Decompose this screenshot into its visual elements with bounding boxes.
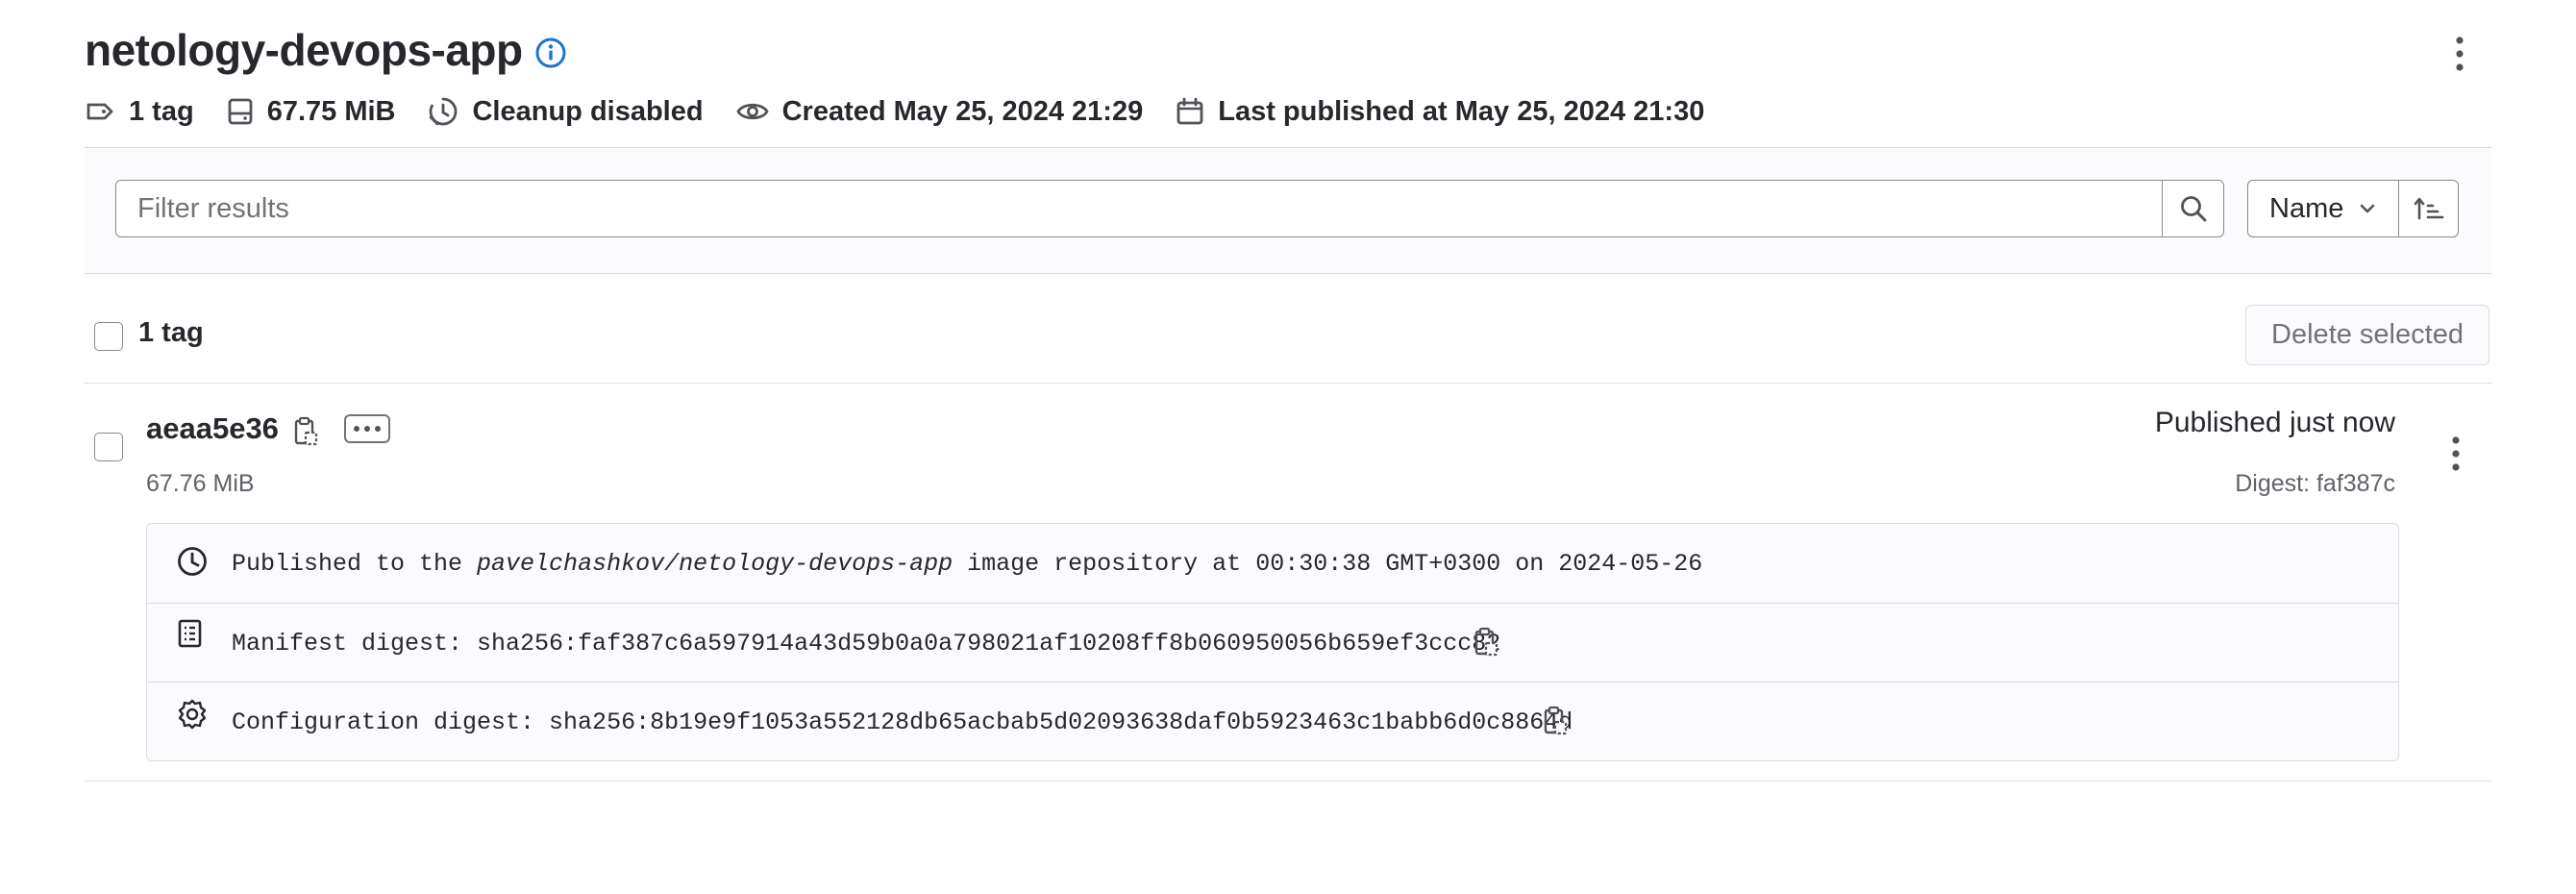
- toggle-details-button[interactable]: [344, 414, 390, 443]
- meta-size: 67.75 MiB: [227, 95, 396, 128]
- tags-count-label: 1 tag: [138, 317, 204, 348]
- sort-by-label: Name: [2269, 192, 2344, 224]
- eye-icon: [735, 99, 769, 124]
- detail-manifest-text: Manifest digest: sha256:faf387c6a597914a…: [232, 629, 1501, 658]
- copy-manifest-digest-icon[interactable]: [1474, 627, 1500, 662]
- meta-cleanup-text: Cleanup disabled: [472, 95, 704, 127]
- clock-icon: [176, 545, 209, 578]
- info-circle-icon[interactable]: [534, 37, 567, 69]
- calendar-icon: [1176, 97, 1204, 126]
- filter-search-input[interactable]: [115, 180, 2163, 237]
- more-actions-kebab-icon[interactable]: [2449, 33, 2470, 75]
- list-header-divider: [85, 383, 2491, 384]
- container-image-page: netology-devops-app 1 tag 67.75 MiB Clea…: [0, 0, 2576, 894]
- image-metadata: 1 tag 67.75 MiB Cleanup disabled Created…: [85, 92, 1737, 131]
- meta-created-text: Created May 25, 2024 21:29: [781, 95, 1144, 127]
- tag-name: aeaa5e36: [146, 411, 279, 445]
- detail-manifest-row: Manifest digest: sha256:faf387c6a597914a…: [147, 603, 2398, 682]
- published-repo: pavelchashkov/netology-devops-app: [477, 549, 954, 578]
- meta-published: Last published at May 25, 2024 21:30: [1176, 96, 1704, 128]
- sort-by-dropdown[interactable]: Name: [2247, 180, 2399, 237]
- search-button[interactable]: [2163, 180, 2224, 237]
- tag-published-status: Published just now: [2154, 407, 2395, 438]
- published-prefix: Published to the: [232, 549, 478, 578]
- tag-size: 67.76 MiB: [146, 470, 255, 497]
- document-icon: [176, 619, 205, 650]
- ellipsis-dot: [364, 426, 370, 432]
- cleanup-clock-icon: [428, 96, 458, 127]
- detail-published-text: Published to the pavelchashkov/netology-…: [232, 524, 1702, 603]
- detail-configuration-row: Configuration digest: sha256:8b19e9f1053…: [147, 682, 2398, 760]
- ellipsis-dot: [354, 426, 359, 432]
- chevron-down-icon: [2359, 203, 2376, 214]
- copy-configuration-digest-icon[interactable]: [1543, 706, 1570, 741]
- detail-published-row: Published to the pavelchashkov/netology-…: [147, 524, 2398, 603]
- tag-details-panel: Published to the pavelchashkov/netology-…: [146, 523, 2399, 761]
- detail-configuration-text: Configuration digest: sha256:8b19e9f1053…: [232, 708, 1573, 736]
- tag-actions-kebab-icon[interactable]: [2445, 433, 2466, 475]
- ellipsis-dot: [375, 426, 381, 432]
- meta-tags-text: 1 tag: [129, 95, 194, 127]
- label-icon: [85, 100, 115, 123]
- meta-created: Created May 25, 2024 21:29: [735, 95, 1144, 128]
- select-all-checkbox[interactable]: [94, 322, 123, 351]
- meta-tags: 1 tag: [85, 96, 194, 128]
- tag-short-digest: Digest: faf387c: [2235, 470, 2395, 497]
- tag-select-checkbox[interactable]: [94, 433, 123, 461]
- sort-ascending-icon: [2413, 195, 2445, 222]
- page-title: netology-devops-app: [85, 25, 523, 75]
- meta-published-text: Last published at May 25, 2024 21:30: [1218, 95, 1705, 127]
- search-icon: [2179, 194, 2208, 223]
- list-bottom-divider: [85, 781, 2491, 782]
- meta-size-text: 67.75 MiB: [266, 95, 396, 127]
- delete-selected-button[interactable]: Delete selected: [2245, 305, 2489, 365]
- copy-tag-icon[interactable]: [293, 416, 320, 452]
- settings-cloud-icon: [176, 698, 209, 731]
- title-row: netology-devops-app: [85, 21, 567, 79]
- disk-icon: [227, 97, 254, 126]
- meta-cleanup: Cleanup disabled: [428, 95, 704, 128]
- published-suffix: image repository at 00:30:38 GMT+0300 on…: [953, 549, 1703, 578]
- sort-direction-button[interactable]: [2398, 180, 2459, 237]
